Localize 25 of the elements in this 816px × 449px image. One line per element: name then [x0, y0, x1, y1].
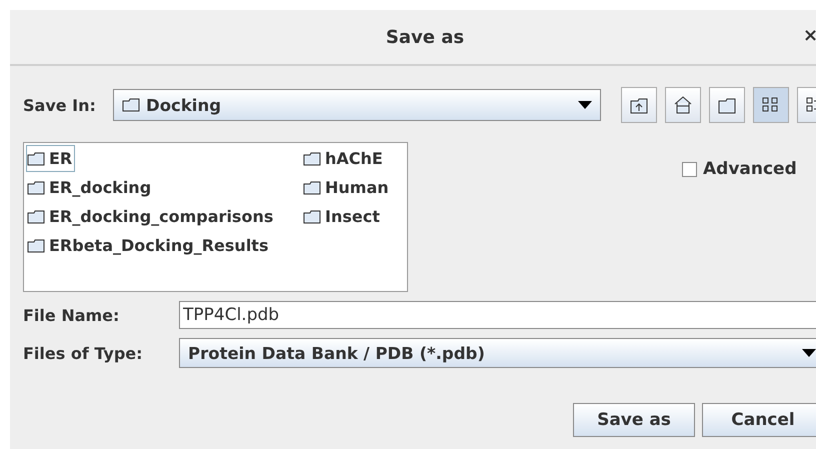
folder-item[interactable]: ER_docking_comparisons [26, 203, 276, 230]
folder-item[interactable]: ER [26, 145, 76, 172]
file-name-label: File Name: [23, 306, 120, 324]
folder-name: hAChE [325, 149, 383, 168]
cancel-button[interactable]: Cancel [702, 403, 816, 437]
folder-item[interactable]: Insect [302, 203, 383, 230]
close-button[interactable]: × [803, 25, 816, 46]
file-name-field[interactable]: TPP4Cl.pdb [179, 301, 816, 329]
window-title: Save as [386, 26, 464, 48]
file-type-label: Files of Type: [23, 344, 144, 362]
folder-name: ER [49, 149, 72, 168]
folder-name: ER_docking_comparisons [49, 207, 274, 226]
file-type-dropdown[interactable]: Protein Data Bank / PDB (*.pdb) [179, 338, 816, 368]
folder-item[interactable]: Human [302, 174, 392, 201]
save-in-label: Save In: [23, 96, 97, 114]
folder-item[interactable]: ERbeta_Docking_Results [26, 232, 272, 259]
folder-name: Human [325, 178, 389, 197]
folder-item[interactable]: ER_docking [26, 174, 154, 201]
folder-name: ER_docking [49, 178, 152, 197]
save-in-dropdown[interactable]: Docking [113, 89, 601, 121]
folder-name: ERbeta_Docking_Results [49, 236, 268, 255]
folder-item[interactable]: hAChE [302, 145, 386, 172]
advanced-checkbox[interactable]: Advanced [682, 159, 797, 179]
save-button[interactable]: Save as [573, 403, 695, 437]
folder-name: Insect [325, 207, 380, 226]
